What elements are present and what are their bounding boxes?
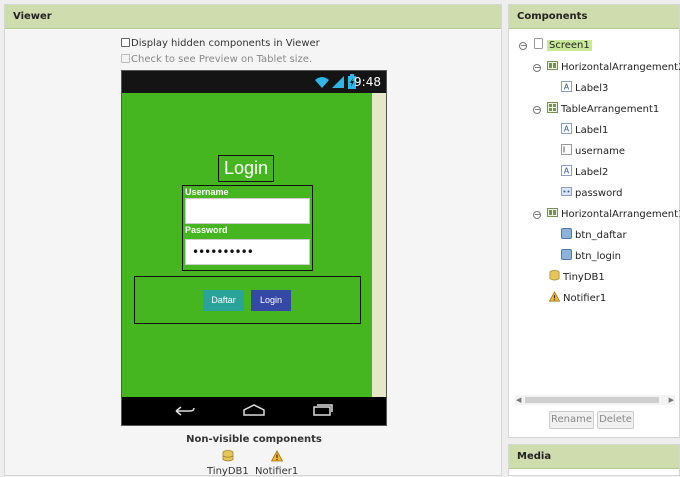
tree-item-label: Screen1 xyxy=(547,40,592,51)
tree-item-label3[interactable]: A Label3 xyxy=(561,81,608,95)
label-icon: A xyxy=(561,123,572,134)
tree-item-btn-daftar[interactable]: btn_daftar xyxy=(561,228,627,242)
password-dots: •••••••••• xyxy=(192,245,254,259)
viewer-header: Viewer xyxy=(5,5,501,29)
collapse-toggle[interactable]: − xyxy=(519,42,527,50)
checkbox-box[interactable] xyxy=(121,54,130,63)
tree-item-label1[interactable]: A Label1 xyxy=(561,123,608,137)
label-icon: A xyxy=(561,165,572,176)
nonvisible-tinydb[interactable]: TinyDB1 xyxy=(207,450,249,477)
tree-item-horizontalarrangement1[interactable]: − HorizontalArrangement1 xyxy=(533,207,680,221)
tree-item-label: Label1 xyxy=(575,125,609,136)
database-icon xyxy=(222,450,234,462)
status-time: 9:48 xyxy=(354,75,381,89)
horizontal-arrangement[interactable]: Daftar Login xyxy=(134,276,361,324)
app-screen[interactable]: Login Username Password •••••••••• Dafta… xyxy=(122,93,386,397)
phone-preview: 9:48 Login Username Password •••••••••• … xyxy=(121,70,387,426)
scroll-left-icon[interactable]: ◀ xyxy=(516,395,521,405)
collapse-toggle[interactable]: − xyxy=(533,211,541,219)
tree-item-label: Label2 xyxy=(575,167,609,178)
rename-button[interactable]: Rename xyxy=(549,411,594,429)
horizontal-arrangement-icon xyxy=(547,61,558,70)
navigation-bar xyxy=(122,397,386,425)
horizontal-arrangement-icon xyxy=(547,208,558,217)
tree-item-label: Label3 xyxy=(575,83,609,94)
tablet-preview-label: Check to see Preview on Tablet size. xyxy=(131,54,313,65)
database-icon xyxy=(549,270,560,281)
label-icon: A xyxy=(561,81,572,92)
notifier-label: Notifier1 xyxy=(255,466,299,477)
tree-item-label2[interactable]: A Label2 xyxy=(561,165,608,179)
tree-item-label: btn_login xyxy=(575,251,621,262)
tree-item-label: username xyxy=(575,146,625,157)
button-icon xyxy=(561,249,572,260)
viewer-panel: Viewer Display hidden components in View… xyxy=(4,4,502,477)
tree-item-tablearrangement1[interactable]: − TableArrangement1 xyxy=(533,102,659,116)
tree-item-password[interactable]: password xyxy=(561,186,622,200)
tree-item-label: HorizontalArrangement2 xyxy=(561,62,680,73)
tree-item-screen1[interactable]: − Screen1 xyxy=(519,38,592,52)
tree-item-btn-login[interactable]: btn_login xyxy=(561,249,621,263)
home-icon xyxy=(243,404,265,416)
tree-item-horizontalarrangement2[interactable]: − HorizontalArrangement2 xyxy=(533,60,680,74)
media-header: Media xyxy=(509,445,679,469)
scrollbar-thumb[interactable] xyxy=(525,397,659,403)
signal-icon xyxy=(332,76,344,88)
tree-item-label: TinyDB1 xyxy=(563,272,605,283)
tree-item-tinydb1[interactable]: TinyDB1 xyxy=(549,270,605,284)
screen-icon xyxy=(534,38,543,49)
collapse-toggle[interactable]: − xyxy=(533,64,541,72)
nonvisible-components-title: Non-visible components xyxy=(186,434,322,445)
wifi-icon xyxy=(315,77,329,88)
recent-apps-icon xyxy=(313,404,333,416)
media-panel: Media xyxy=(508,444,680,476)
password-input[interactable]: •••••••••• xyxy=(185,239,310,265)
delete-button[interactable]: Delete xyxy=(597,411,634,429)
viewer-body: Display hidden components in Viewer Chec… xyxy=(5,30,501,477)
tree-item-username[interactable]: username xyxy=(561,144,625,158)
button-icon xyxy=(561,228,572,239)
components-panel: Components − Screen1 − HorizontalArrangeme… xyxy=(508,4,680,438)
show-hidden-label: Display hidden components in Viewer xyxy=(131,38,320,49)
tree-item-notifier1[interactable]: Notifier1 xyxy=(549,291,606,305)
table-arrangement[interactable]: Username Password •••••••••• xyxy=(182,185,313,271)
password-textbox-icon xyxy=(561,187,572,196)
table-arrangement-icon xyxy=(547,102,558,113)
screen-scrollbar[interactable] xyxy=(372,93,386,397)
show-hidden-components-checkbox[interactable]: Display hidden components in Viewer xyxy=(121,38,320,50)
scroll-right-icon[interactable]: ▶ xyxy=(669,395,674,405)
tree-item-label: Notifier1 xyxy=(563,293,607,304)
label1-username[interactable]: Username xyxy=(185,187,229,197)
label3-login-title[interactable]: Login xyxy=(218,155,274,182)
svg-text:A: A xyxy=(564,125,570,134)
username-input[interactable] xyxy=(185,198,310,224)
collapse-toggle[interactable]: − xyxy=(533,106,541,114)
components-header: Components xyxy=(509,5,679,29)
warning-icon xyxy=(270,450,283,462)
svg-text:A: A xyxy=(564,83,570,92)
daftar-button[interactable]: Daftar xyxy=(203,290,244,311)
nonvisible-notifier[interactable]: Notifier1 xyxy=(255,450,298,477)
textbox-icon xyxy=(561,144,572,155)
tree-item-label: TableArrangement1 xyxy=(561,104,660,115)
components-horizontal-scrollbar[interactable]: ◀ ▶ xyxy=(515,395,675,405)
tree-item-label: btn_daftar xyxy=(575,230,627,241)
warning-icon xyxy=(549,291,560,302)
svg-text:A: A xyxy=(564,167,570,176)
status-bar: 9:48 xyxy=(122,71,386,93)
tree-item-label: password xyxy=(575,188,623,199)
checkbox-box[interactable] xyxy=(121,38,130,47)
tablet-preview-checkbox[interactable]: Check to see Preview on Tablet size. xyxy=(121,54,312,66)
tinydb-label: TinyDB1 xyxy=(207,466,249,477)
label2-password[interactable]: Password xyxy=(185,225,228,235)
login-button[interactable]: Login xyxy=(251,290,291,311)
tree-item-label: HorizontalArrangement1 xyxy=(561,209,680,220)
back-icon xyxy=(175,406,195,416)
